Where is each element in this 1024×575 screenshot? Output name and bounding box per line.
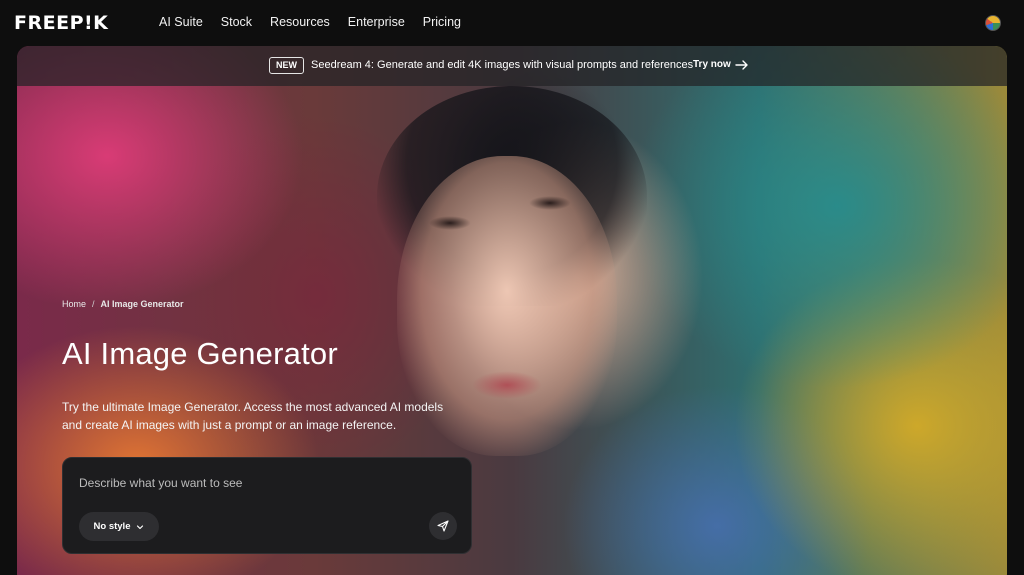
prompt-box: No style bbox=[62, 457, 472, 554]
top-navigation: FREEP!K AI Suite Stock Resources Enterpr… bbox=[0, 0, 1024, 46]
nav-item-stock[interactable]: Stock bbox=[221, 15, 252, 29]
nav-links: AI Suite Stock Resources Enterprise Pric… bbox=[159, 15, 479, 29]
arrow-right-icon[interactable] bbox=[735, 59, 749, 71]
send-button[interactable] bbox=[429, 512, 457, 540]
send-icon bbox=[437, 520, 449, 532]
banner-text[interactable]: Seedream 4: Generate and edit 4K images … bbox=[311, 59, 693, 71]
breadcrumb-separator: / bbox=[92, 299, 95, 309]
chevron-down-icon bbox=[137, 524, 144, 529]
announcement-banner: NEW Seedream 4: Generate and edit 4K ima… bbox=[17, 46, 1007, 86]
nav-item-enterprise[interactable]: Enterprise bbox=[348, 15, 405, 29]
user-avatar[interactable] bbox=[985, 15, 1001, 31]
page-title: AI Image Generator bbox=[62, 336, 338, 371]
hero-image-eye-right bbox=[529, 196, 571, 210]
nav-item-pricing[interactable]: Pricing bbox=[423, 15, 461, 29]
breadcrumb: Home / AI Image Generator bbox=[62, 299, 184, 309]
hero-section: NEW Seedream 4: Generate and edit 4K ima… bbox=[17, 46, 1007, 575]
style-label: No style bbox=[93, 521, 131, 532]
new-badge: NEW bbox=[269, 57, 304, 74]
hero-description: Try the ultimate Image Generator. Access… bbox=[62, 400, 444, 432]
nav-item-resources[interactable]: Resources bbox=[270, 15, 330, 29]
nav-item-ai-suite[interactable]: AI Suite bbox=[159, 15, 203, 29]
breadcrumb-current: AI Image Generator bbox=[100, 299, 184, 309]
hero-image-eye-left bbox=[429, 216, 471, 230]
freepik-logo[interactable]: FREEP!K bbox=[14, 12, 108, 34]
prompt-input[interactable] bbox=[79, 474, 449, 492]
try-now-link[interactable]: Try now bbox=[693, 59, 731, 70]
style-selector-button[interactable]: No style bbox=[79, 512, 159, 541]
breadcrumb-home[interactable]: Home bbox=[62, 299, 86, 309]
hero-image-lips bbox=[472, 371, 542, 399]
